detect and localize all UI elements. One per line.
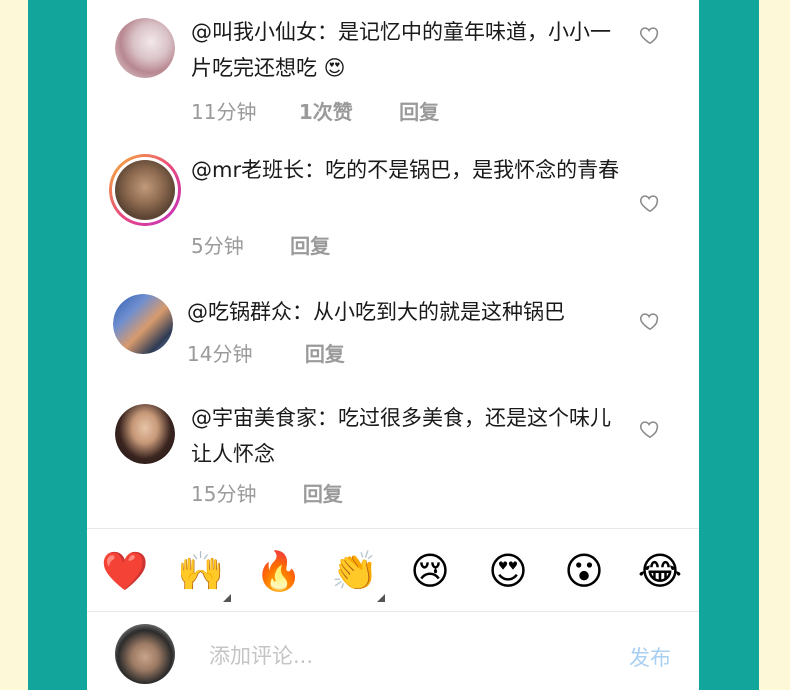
heart-icon[interactable] (639, 192, 661, 214)
red-heart-icon[interactable]: ❤️ (101, 548, 148, 594)
comments-panel: @叫我小仙女：是记忆中的童年味道，小小一片吃完还想吃 😍 11分钟 1次赞 回复… (87, 0, 699, 690)
reply-button[interactable]: 回复 (290, 230, 330, 259)
post-button[interactable]: 发布 (629, 642, 671, 672)
surprised-face-icon[interactable]: 😮 (561, 548, 607, 594)
reaction-bar: ❤️ 🙌 🔥 👏 😢 😍 😮 😂 (87, 530, 699, 610)
comment-composer: 添加评论... 发布 (87, 612, 699, 690)
laughing-tears-icon[interactable]: 😂 (637, 548, 683, 594)
avatar[interactable] (115, 18, 175, 78)
raising-hands-icon[interactable]: 🙌 (177, 548, 224, 594)
clapping-hands-icon[interactable]: 👏 (331, 548, 378, 594)
reply-button[interactable]: 回复 (303, 478, 343, 507)
comment-input[interactable]: 添加评论... (209, 640, 313, 670)
comment-text: @吃锅群众：从小吃到大的就是这种锅巴 (187, 300, 565, 324)
avatar[interactable] (115, 624, 175, 684)
like-count[interactable]: 1次赞 (299, 96, 353, 125)
avatar[interactable] (115, 404, 175, 464)
heart-icon[interactable] (639, 24, 661, 46)
crying-face-icon[interactable]: 😢 (407, 548, 453, 594)
skin-tone-indicator (377, 594, 385, 602)
comment-time: 11分钟 (191, 100, 257, 124)
comment-meta: 15分钟 回复 (191, 478, 343, 507)
reply-button[interactable]: 回复 (399, 96, 439, 125)
avatar[interactable] (109, 154, 181, 226)
comment-meta: 5分钟 回复 (191, 230, 330, 259)
comment-time: 14分钟 (187, 342, 253, 366)
reply-button[interactable]: 回复 (305, 338, 345, 367)
comment-text: @宇宙美食家：吃过很多美食，还是这个味儿让人怀念 (191, 406, 611, 466)
skin-tone-indicator (223, 594, 231, 602)
comment-time: 5分钟 (191, 234, 244, 258)
comment-time: 15分钟 (191, 482, 257, 506)
fire-icon[interactable]: 🔥 (255, 548, 302, 594)
heart-icon[interactable] (639, 310, 661, 332)
comment-meta: 14分钟 回复 (187, 338, 345, 367)
comment-meta: 11分钟 1次赞 回复 (191, 96, 439, 125)
avatar[interactable] (113, 294, 173, 354)
comment-text: @叫我小仙女：是记忆中的童年味道，小小一片吃完还想吃 😍 (191, 20, 611, 80)
comment-text: @mr老班长：吃的不是锅巴，是我怀念的青春 (191, 158, 620, 182)
heart-eyes-icon[interactable]: 😍 (485, 548, 531, 594)
heart-icon[interactable] (639, 418, 661, 440)
divider (87, 528, 699, 529)
